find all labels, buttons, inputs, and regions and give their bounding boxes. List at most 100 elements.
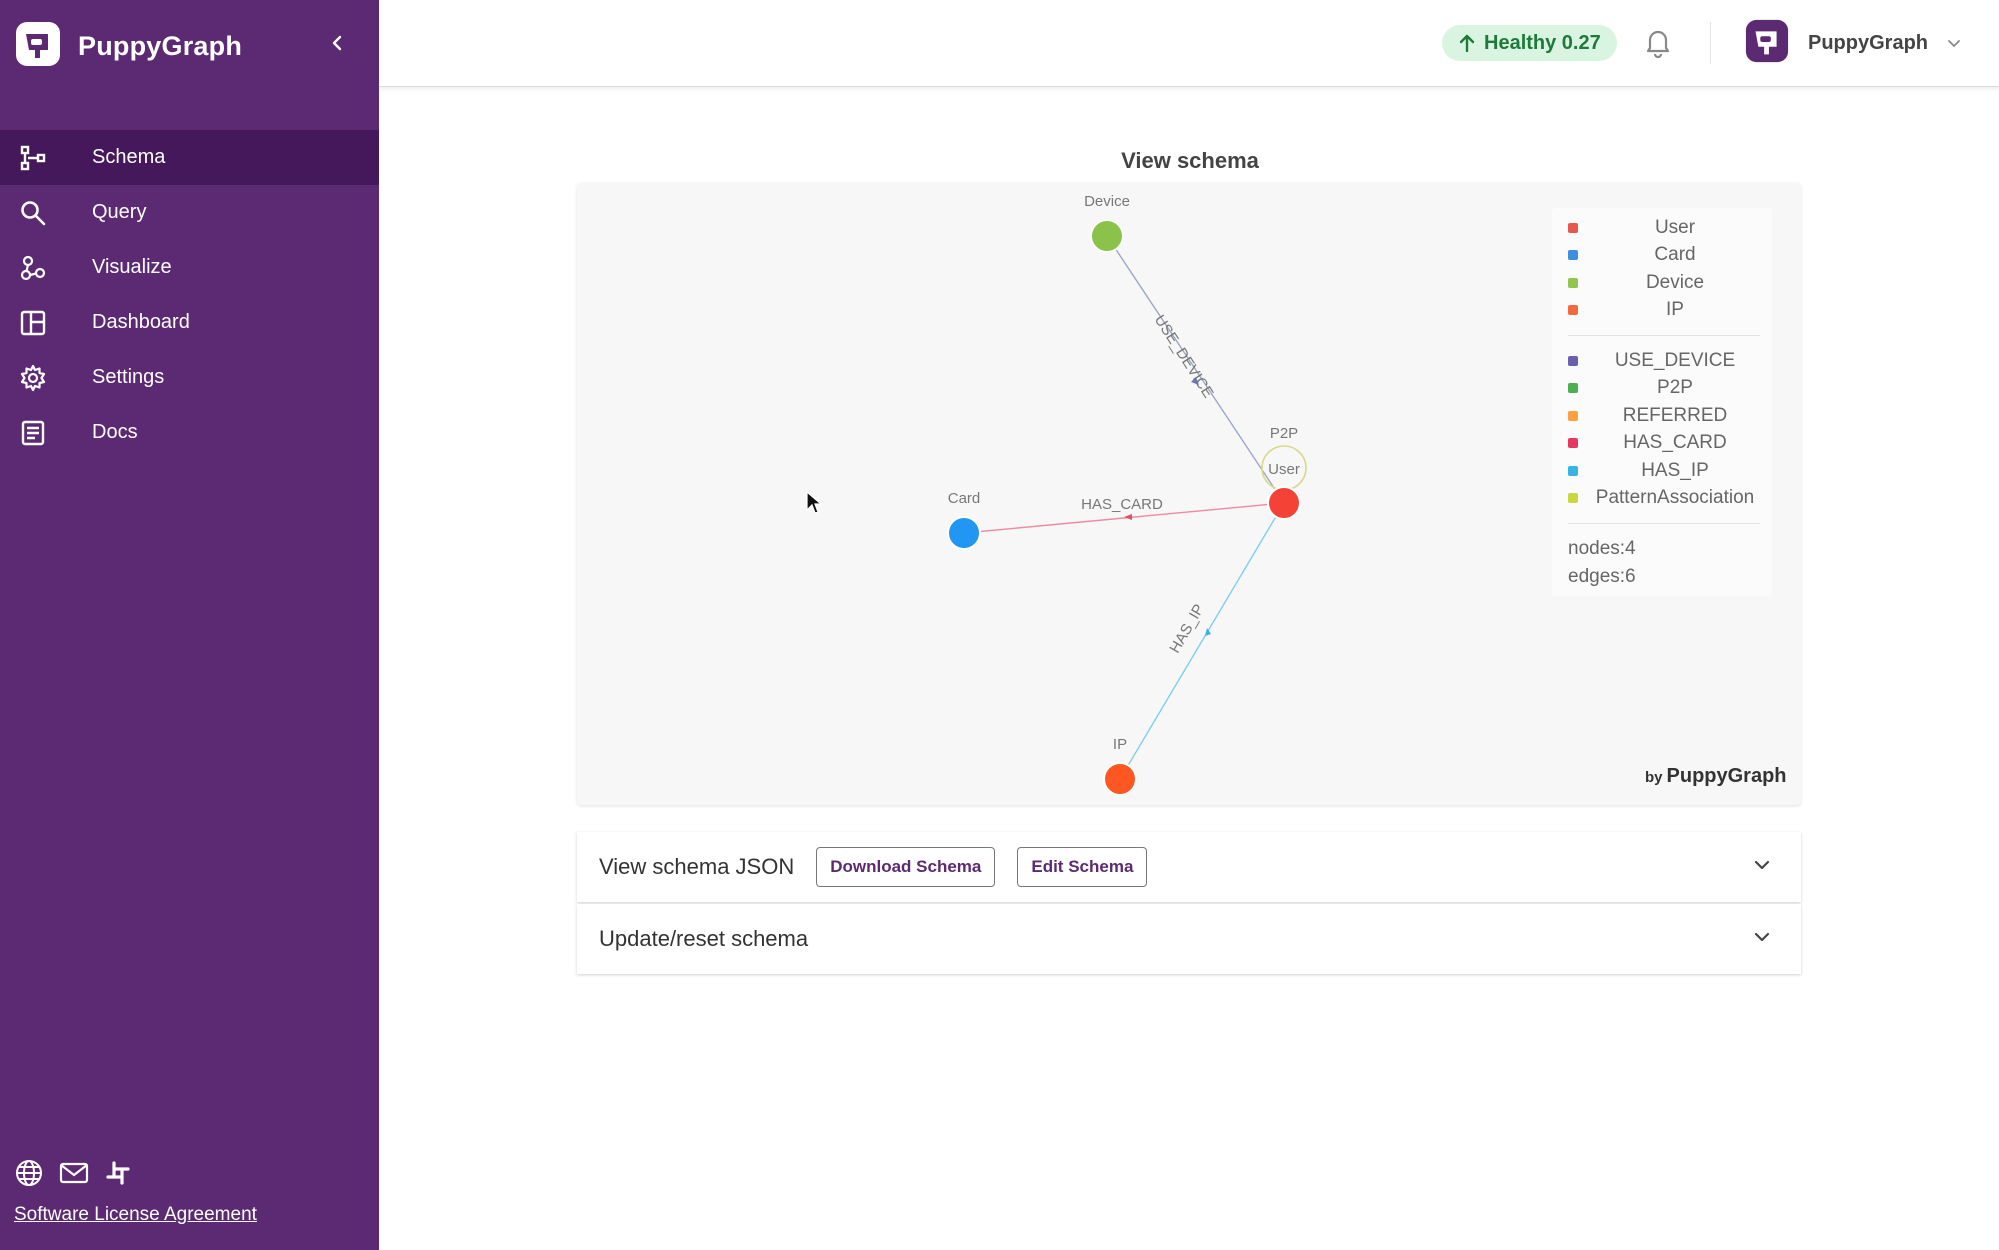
graph-byline: by PuppyGraph — [1645, 765, 1787, 788]
legend-label: Card — [1654, 244, 1696, 266]
node-label-ip: IP — [1113, 736, 1127, 753]
sidebar-item-docs[interactable]: Docs — [0, 405, 379, 460]
view-schema-json-title: View schema JSON — [599, 854, 795, 879]
sidebar-item-dashboard[interactable]: Dashboard — [0, 295, 379, 350]
docs-icon — [18, 418, 48, 448]
update-reset-schema-panel[interactable]: Update/reset schema — [577, 904, 1801, 974]
legend-label: REFERRED — [1622, 404, 1728, 426]
edge-has-ip[interactable] — [1119, 502, 1285, 780]
edge-label-p2p: P2P — [1270, 425, 1298, 442]
legend-color-swatch — [1568, 410, 1578, 421]
health-status-badge: Healthy 0.27 — [1442, 25, 1617, 61]
legend-item[interactable]: REFERRED — [1552, 402, 1772, 430]
sidebar-item-label: Visualize — [92, 256, 172, 278]
nodes-count: nodes:4 — [1568, 538, 1636, 559]
legend-item[interactable]: USE_DEVICE — [1552, 347, 1772, 375]
sidebar-item-label: Query — [92, 201, 147, 223]
node-card[interactable] — [947, 516, 981, 550]
globe-icon[interactable] — [14, 1158, 44, 1193]
puppygraph-logo-icon — [14, 20, 62, 73]
search-icon — [18, 198, 48, 228]
sidebar-item-visualize[interactable]: Visualize — [0, 240, 379, 295]
sidebar-item-query[interactable]: Query — [0, 185, 379, 240]
chevron-down-icon[interactable] — [1751, 926, 1773, 953]
sidebar-item-schema[interactable]: Schema — [0, 130, 379, 185]
sidebar-footer-icons — [14, 1158, 132, 1193]
legend-item[interactable]: IP — [1552, 297, 1772, 325]
arrow-up-icon — [1459, 34, 1475, 53]
legend-label: P2P — [1657, 377, 1693, 399]
byline-brand: PuppyGraph — [1666, 765, 1787, 787]
schema-icon — [18, 143, 48, 173]
node-label-device: Device — [1084, 193, 1130, 210]
legend-label: IP — [1666, 299, 1684, 321]
update-reset-schema-title: Update/reset schema — [599, 926, 809, 951]
legend-color-swatch — [1568, 250, 1578, 261]
legend-item[interactable]: P2P — [1552, 375, 1772, 403]
legend-label: USE_DEVICE — [1614, 349, 1736, 371]
legend-item[interactable]: HAS_CARD — [1552, 430, 1772, 458]
chevron-left-icon — [332, 35, 342, 51]
legend-color-swatch — [1568, 277, 1578, 288]
account-name: PuppyGraph — [1808, 32, 1929, 54]
chevron-down-icon[interactable] — [1751, 854, 1773, 881]
health-status-text: Healthy 0.27 — [1484, 31, 1601, 54]
view-schema-json-panel[interactable]: View schema JSON Download Schema Edit Sc… — [577, 832, 1801, 902]
sidebar-item-label: Schema — [92, 146, 166, 168]
legend-item[interactable]: Device — [1552, 269, 1772, 297]
legend-color-swatch — [1568, 465, 1578, 476]
notification-bell-icon[interactable] — [1643, 26, 1673, 63]
graph-legend: User Card Device IP USE_DEVICE P2P REFER… — [1552, 208, 1772, 596]
mail-icon[interactable] — [58, 1158, 90, 1193]
legend-item[interactable]: PatternAssociation — [1552, 485, 1772, 513]
legend-color-swatch — [1568, 493, 1578, 504]
legend-color-swatch — [1568, 305, 1578, 316]
brand[interactable]: PuppyGraph — [14, 20, 242, 73]
edge-arrow — [1124, 514, 1132, 520]
download-schema-button[interactable]: Download Schema — [816, 847, 996, 887]
legend-divider — [1568, 335, 1760, 336]
sidebar: PuppyGraph Schema Query Visualize Dashbo… — [0, 0, 379, 1250]
brand-name: PuppyGraph — [78, 31, 243, 61]
page-title: View schema — [1121, 148, 1259, 173]
legend-label: HAS_CARD — [1623, 432, 1727, 454]
sidebar-item-label: Docs — [92, 421, 138, 443]
legend-item[interactable]: HAS_IP — [1552, 457, 1772, 485]
node-ip[interactable] — [1103, 762, 1137, 796]
legend-label: Device — [1645, 271, 1705, 293]
collapse-sidebar-button[interactable] — [322, 28, 352, 58]
account-menu[interactable]: PuppyGraph — [1744, 18, 1962, 69]
node-user[interactable] — [1267, 486, 1301, 520]
edit-schema-button[interactable]: Edit Schema — [1017, 847, 1148, 887]
edges-count: edges:6 — [1568, 565, 1636, 587]
legend-label: PatternAssociation — [1595, 487, 1755, 509]
dashboard-icon — [18, 308, 48, 338]
slack-icon[interactable] — [104, 1159, 132, 1192]
avatar — [1744, 18, 1790, 69]
legend-label: User — [1654, 216, 1696, 238]
legend-color-swatch — [1568, 355, 1578, 366]
node-label-card: Card — [948, 490, 981, 507]
sidebar-item-label: Settings — [92, 366, 165, 388]
visualize-icon — [18, 253, 48, 283]
legend-color-swatch — [1568, 383, 1578, 394]
legend-item[interactable]: Card — [1552, 242, 1772, 270]
legend-color-swatch — [1568, 222, 1578, 233]
edge-label-has-ip: HAS_IP — [1166, 601, 1207, 656]
sidebar-item-settings[interactable]: Settings — [0, 350, 379, 405]
byline-prefix: by — [1645, 769, 1663, 786]
gear-icon — [18, 363, 48, 393]
edge-arrow — [1205, 628, 1211, 636]
node-device[interactable] — [1090, 219, 1124, 253]
software-license-link[interactable]: Software License Agreement — [14, 1204, 257, 1226]
mouse-cursor-icon — [805, 490, 823, 521]
legend-divider — [1568, 523, 1760, 524]
sidebar-nav: Schema Query Visualize Dashboard Setting… — [0, 130, 379, 460]
sidebar-item-label: Dashboard — [92, 311, 190, 333]
legend-color-swatch — [1568, 438, 1578, 449]
edge-label-has-card: HAS_CARD — [1081, 496, 1163, 513]
legend-item[interactable]: User — [1552, 214, 1772, 242]
edge-label-use-device: USE_DEVICE — [1151, 312, 1217, 401]
header-divider — [1710, 22, 1711, 64]
chevron-down-icon — [1948, 39, 1960, 47]
